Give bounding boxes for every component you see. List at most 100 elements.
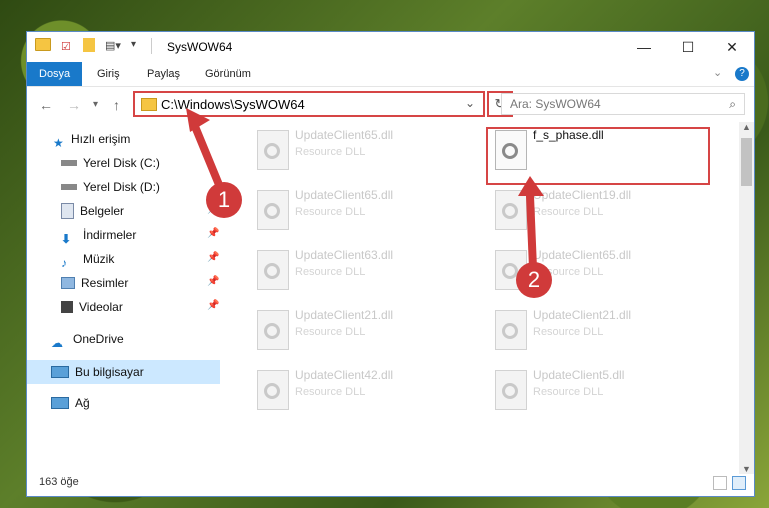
expand-ribbon-icon[interactable]: ⌄ [713,66,722,79]
file-name: UpdateClient21.dll [533,308,632,322]
divider [151,38,152,54]
tab-file[interactable]: Dosya [27,62,83,86]
explorer-window: ☑ ▤▾ ▾ SysWOW64 — ☐ ✕ Dosya Giriş Paylaş… [26,31,755,497]
address-row: ← → ▾ ↑ C:\Windows\SysWOW64 ⌄ ↻ Ara: Sys… [27,87,754,121]
tab-home[interactable]: Giriş [97,62,120,86]
file-type: Resource DLL [533,326,604,338]
dll-file-icon [257,250,289,290]
sidebar-item-videos[interactable]: Videolar [61,296,123,318]
file-type: Resource DLL [295,326,366,338]
pin-icon[interactable]: 📌 [207,228,219,239]
file-type: Resource DLL [295,386,366,398]
list-item[interactable]: UpdateClient21.dll Resource DLL [487,304,697,356]
dll-file-icon [257,370,289,410]
star-icon: ★ [53,136,64,150]
dll-file-icon [257,130,289,170]
sidebar-item-music[interactable]: ♪ Müzik [61,248,114,270]
list-item[interactable]: UpdateClient19.dll Resource DLL [487,184,697,236]
search-input[interactable]: Ara: SysWOW64 ⌕ [501,93,745,115]
chevron-down-icon[interactable]: ▾ [131,39,136,50]
sidebar-item-label: Videolar [79,300,123,314]
document-icon [61,203,74,219]
title-bar: ☑ ▤▾ ▾ SysWOW64 — ☐ ✕ [27,32,754,62]
sidebar-item-local-disk-d[interactable]: Yerel Disk (D:) [61,176,160,198]
minimize-button[interactable]: — [622,32,666,62]
file-type: Resource DLL [533,206,604,218]
file-name: UpdateClient21.dll [295,308,394,322]
sidebar-item-label: İndirmeler [83,228,137,242]
file-name: UpdateClient63.dll [295,248,394,262]
chevron-down-icon[interactable]: ⌄ [465,96,475,110]
file-name: UpdateClient42.dll [295,368,394,382]
dll-file-icon [495,310,527,350]
pin-icon[interactable]: 📌 [207,276,219,287]
step-badge-2: 2 [516,262,552,298]
highlight-box [486,127,710,185]
folder-icon [141,98,157,111]
sidebar-item-label: Belgeler [80,204,125,218]
ribbon: Dosya Giriş Paylaş Görünüm ⌄ ? [27,62,754,87]
dll-file-icon [495,370,527,410]
up-arrow-icon[interactable]: ↑ [113,97,120,113]
computer-icon [51,366,69,378]
customize-toolbar-icon[interactable]: ▤▾ [105,39,121,52]
sidebar-item-label: Yerel Disk (C:) [83,156,160,170]
list-item[interactable]: UpdateClient63.dll Resource DLL [249,244,459,296]
scroll-thumb[interactable] [741,138,752,186]
list-item[interactable]: UpdateClient5.dll Resource DLL [487,364,697,416]
help-icon[interactable]: ? [735,67,749,81]
file-type: Resource DLL [295,146,366,158]
sidebar-item-downloads[interactable]: ⬇ İndirmeler [61,224,136,246]
sidebar-item-pictures[interactable]: Resimler [61,272,128,294]
list-item[interactable]: UpdateClient65.dll Resource DLL [249,124,459,176]
back-arrow-icon[interactable]: ← [39,97,53,113]
sidebar-item-onedrive[interactable]: ☁ OneDrive [51,328,124,350]
large-icons-view-icon[interactable] [732,476,746,490]
sidebar-item-label: Hızlı erişim [71,132,131,146]
list-item[interactable]: UpdateClient21.dll Resource DLL [249,304,459,356]
list-item[interactable]: UpdateClient42.dll Resource DLL [249,364,459,416]
sidebar-item-label: Bu bilgisayar [75,365,144,379]
forward-arrow-icon[interactable]: → [67,97,81,113]
scroll-down-icon[interactable]: ▼ [742,464,751,474]
download-icon: ⬇ [61,232,72,246]
dll-file-icon [257,310,289,350]
cloud-icon: ☁ [51,336,63,350]
sidebar-item-label: OneDrive [73,332,124,346]
network-icon [51,397,69,409]
maximize-button[interactable]: ☐ [666,32,710,62]
step-badge-1: 1 [206,182,242,218]
file-name: UpdateClient19.dll [533,188,632,202]
sidebar-item-label: Müzik [83,252,115,266]
address-path: C:\Windows\SysWOW64 [161,97,305,112]
recent-locations-icon[interactable]: ▾ [93,99,98,110]
sidebar-item-this-pc[interactable]: Bu bilgisayar [51,361,144,383]
details-view-icon[interactable] [713,476,727,490]
scroll-up-icon[interactable]: ▲ [742,122,751,132]
pin-icon[interactable]: 📌 [207,300,219,311]
sidebar-item-quick-access[interactable]: ★ Hızlı erişim [53,128,130,150]
sidebar-item-local-disk-c[interactable]: Yerel Disk (C:) [61,152,160,174]
drive-icon [61,160,77,166]
navigation-pane: ★ Hızlı erişim Yerel Disk (C:) Yerel Disk… [27,124,222,464]
pictures-icon [61,277,75,289]
sidebar-item-network[interactable]: Ağ [51,392,90,414]
folder-icon [35,38,51,51]
pin-icon[interactable]: 📌 [207,252,219,263]
sidebar-item-documents[interactable]: Belgeler [61,200,124,222]
address-bar[interactable]: C:\Windows\SysWOW64 ⌄ [133,91,485,117]
sidebar-item-label: Yerel Disk (D:) [83,180,160,194]
new-folder-icon[interactable] [83,38,95,52]
list-item[interactable]: UpdateClient65.dll Resource DLL [249,184,459,236]
file-name: UpdateClient5.dll [533,368,625,382]
status-item-count: 163 öğe [39,476,79,488]
tab-share[interactable]: Paylaş [147,62,180,86]
vertical-scrollbar[interactable]: ▲ ▼ [739,122,754,474]
window-title: SysWOW64 [167,40,233,54]
tab-view[interactable]: Görünüm [205,62,251,86]
sidebar-item-label: Ağ [75,396,90,410]
close-button[interactable]: ✕ [710,32,754,62]
video-icon [61,301,73,313]
properties-icon[interactable]: ☑ [61,40,71,53]
file-type: Resource DLL [295,206,366,218]
